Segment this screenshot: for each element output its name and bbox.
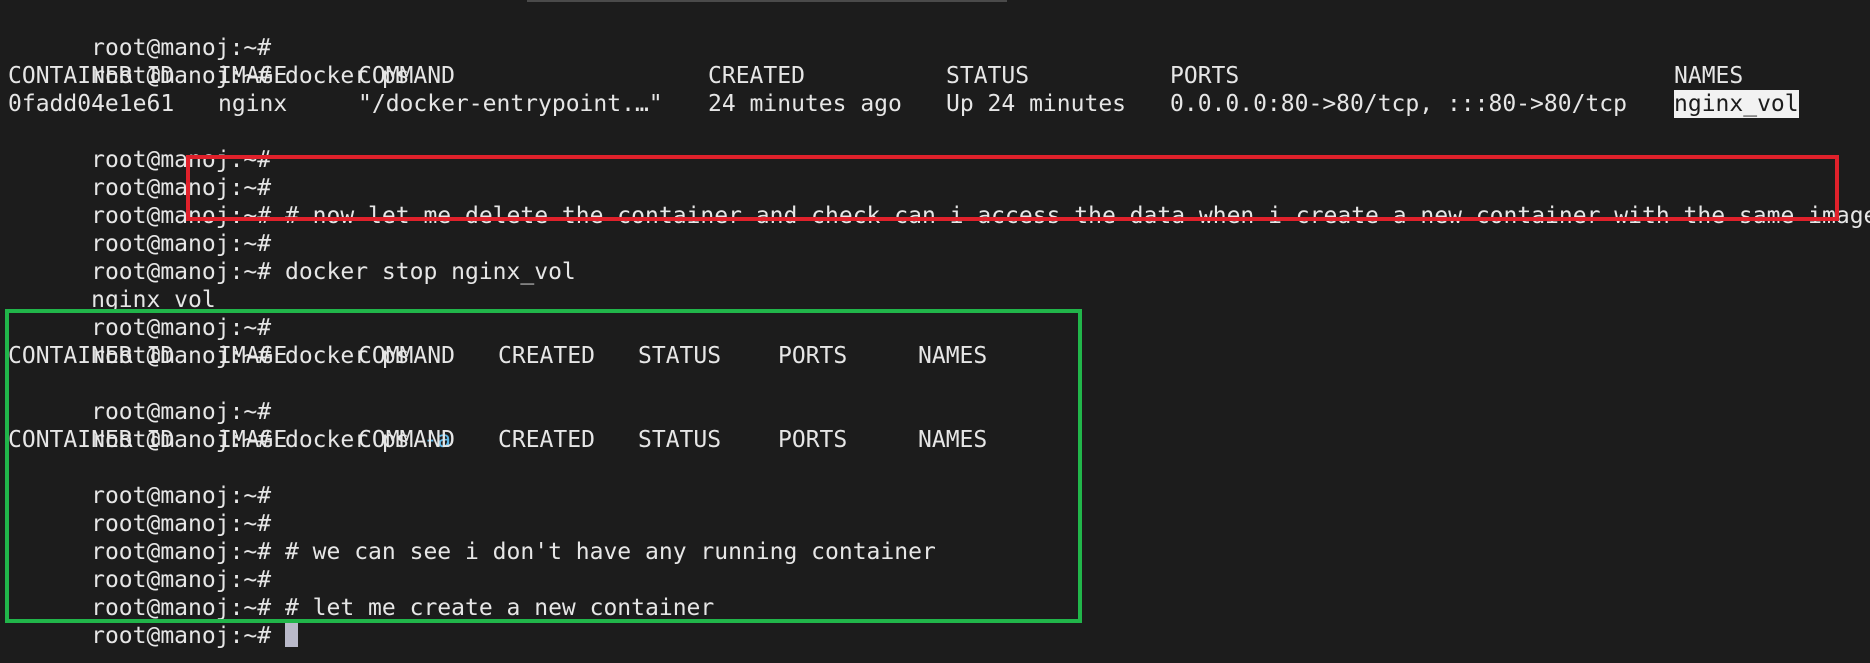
cell-image: nginx <box>218 91 288 117</box>
terminal-line: nginx_vol <box>8 258 1870 313</box>
prompt: root@manoj:~# <box>91 623 272 649</box>
terminal-window[interactable]: root@manoj:~# root@manoj:~# docker ps CO… <box>0 0 1870 663</box>
cell-command: "/docker-entrypoint.…" <box>358 91 663 117</box>
cell-created: 24 minutes ago <box>708 91 902 117</box>
col-header-command: COMMAND <box>358 63 455 89</box>
ps-header-row: CONTAINER ID IMAGE COMMAND CREATED STATU… <box>8 62 1870 90</box>
cell-ports: 0.0.0.0:80->80/tcp, :::80->80/tcp <box>1170 91 1627 117</box>
cell-status: Up 24 minutes <box>946 91 1127 117</box>
col-header-names: NAMES <box>1674 63 1744 89</box>
ps-data-row: 0fadd04e1e61 nginx "/docker-entrypoint.…… <box>8 90 1870 118</box>
terminal-line: root@manoj:~# <box>8 118 1870 173</box>
col-header-status: STATUS <box>946 63 1030 89</box>
terminal-line: root@manoj:~# <box>8 6 1870 61</box>
cell-names-selected[interactable]: nginx_vol <box>1674 90 1799 118</box>
cell-container-id: 0fadd04e1e61 <box>8 91 175 117</box>
col-header-created: CREATED <box>708 63 805 89</box>
terminal-line: root@manoj:~# docker stop nginx_vol <box>8 230 1870 285</box>
col-header-image: IMAGE <box>218 63 288 89</box>
text-cursor[interactable] <box>284 623 298 647</box>
col-header-container-id: CONTAINER ID <box>8 63 175 89</box>
annotation-green-box <box>5 309 1082 623</box>
annotation-red-box <box>186 155 1839 221</box>
window-top-strip <box>527 0 1007 2</box>
col-header-ports: PORTS <box>1170 63 1240 89</box>
terminal-line: root@manoj:~# docker ps <box>8 34 1870 89</box>
